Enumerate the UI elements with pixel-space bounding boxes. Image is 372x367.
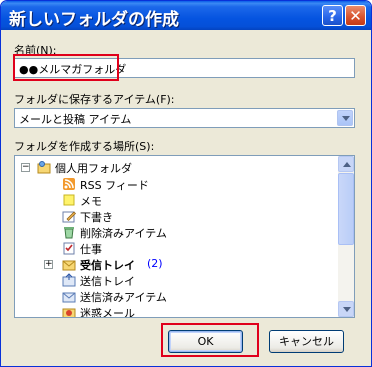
item-type-value: メールと投稿 アイテム [19, 113, 132, 126]
tree-item-label: 個人用フォルダ [55, 162, 132, 175]
rss-feed-icon [63, 178, 75, 190]
tree-item-tasks[interactable]: 仕事 [15, 240, 335, 256]
unread-count: (2) [147, 257, 163, 270]
tree-item-label: 仕事 [80, 243, 102, 256]
personal-folders-icon [37, 161, 51, 174]
tree-item-deleted[interactable]: 削除済みアイテム [15, 224, 335, 240]
sent-items-icon [62, 292, 76, 303]
dialog-title: 新しいフォルダの作成 [9, 10, 179, 30]
scroll-up-button[interactable] [338, 156, 354, 172]
close-button[interactable]: ✕ [345, 5, 366, 26]
tree-item-inbox[interactable]: + 受信トレイ (2) [15, 256, 335, 272]
tree-item-rss[interactable]: RSS フィード [15, 176, 335, 192]
tree-item-drafts[interactable]: 下書き [15, 208, 335, 224]
location-label: フォルダを作成する場所(S): [14, 140, 155, 153]
tree-item-sent[interactable]: 送信済みアイテム [15, 288, 335, 304]
deleted-items-icon [64, 227, 74, 239]
scroll-down-button[interactable] [338, 301, 354, 317]
tree-item-label: メモ [80, 195, 102, 208]
tree-item-label: RSS フィード [80, 179, 149, 192]
tree-item-label: 下書き [80, 211, 113, 224]
junk-mail-icon [62, 308, 76, 317]
tree-item-junk[interactable]: 迷惑メール [15, 304, 335, 318]
tree-item-personal-folders[interactable]: − 個人用フォルダ [15, 159, 335, 175]
folder-tree[interactable]: − 個人用フォルダ RSS フィード メモ 下書き 削除済みアイテム 仕事 + … [14, 155, 355, 318]
tree-item-label: 送信済みアイテム [80, 291, 167, 304]
cancel-button[interactable]: キャンセル [269, 330, 344, 353]
name-input-value: ●●メルマガフォルダ [19, 63, 127, 76]
drafts-icon [62, 211, 76, 223]
item-type-select[interactable]: メールと投稿 アイテム [14, 108, 355, 128]
tree-item-label: 削除済みアイテム [80, 227, 167, 240]
chevron-down-icon [342, 116, 350, 121]
tree-item-outbox[interactable]: 送信トレイ [15, 272, 335, 288]
title-bar[interactable]: 新しいフォルダの作成 ? ✕ [1, 1, 371, 30]
item-type-label: フォルダに保存するアイテム(F): [14, 93, 175, 106]
ok-button[interactable]: OK [168, 330, 243, 353]
tree-item-notes[interactable]: メモ [15, 192, 335, 208]
new-folder-dialog: 新しいフォルダの作成 ? ✕ 名前(N): ●●メルマガフォルダ フォルダに保存… [0, 0, 372, 367]
collapse-icon[interactable]: − [21, 163, 30, 172]
outbox-icon [62, 273, 76, 287]
scrollbar-thumb[interactable] [338, 173, 354, 245]
chevron-up-icon [343, 162, 351, 167]
tasks-icon [63, 242, 75, 255]
help-button[interactable]: ? [322, 5, 343, 26]
vertical-scrollbar[interactable] [338, 156, 354, 317]
name-input[interactable]: ●●メルマガフォルダ [14, 58, 355, 78]
dropdown-button[interactable] [337, 110, 353, 126]
tree-item-label: 迷惑メール [80, 307, 135, 318]
tree-item-label: 受信トレイ [80, 259, 135, 272]
chevron-down-icon [343, 307, 351, 312]
name-label: 名前(N): [14, 44, 57, 57]
tree-item-label: 送信トレイ [80, 275, 135, 288]
inbox-icon [62, 260, 76, 271]
notes-icon [63, 194, 75, 206]
expand-icon[interactable]: + [44, 260, 53, 269]
